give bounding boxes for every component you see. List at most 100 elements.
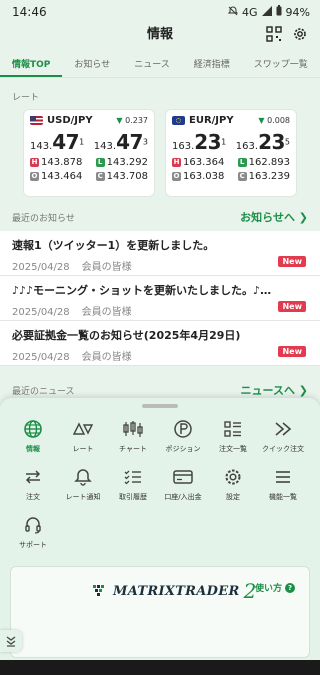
pair-name: EUR/JPY bbox=[189, 115, 234, 126]
hamburger-icon bbox=[258, 466, 308, 488]
change-value: ▼ 0.237 bbox=[116, 116, 148, 125]
how-to-link[interactable]: 使い方 ? bbox=[255, 581, 295, 594]
high-badge-icon: H bbox=[30, 158, 39, 167]
matrix-trader-banner[interactable]: MATRIXTRADER 2 使い方 ? bbox=[10, 566, 310, 658]
order-list-icon bbox=[208, 418, 258, 440]
status-time: 14:46 bbox=[12, 5, 47, 19]
menu-item-function-list[interactable]: 機能一覧 bbox=[258, 466, 308, 514]
tab-swap-list[interactable]: スワップ一覧 bbox=[242, 57, 320, 77]
help-question-icon: ? bbox=[285, 582, 295, 593]
tab-notices[interactable]: お知らせ bbox=[62, 57, 122, 77]
notice-target: 会員の皆様 bbox=[81, 307, 132, 318]
ask-price: 143.473 bbox=[93, 130, 148, 154]
ask-price: 163.235 bbox=[235, 130, 290, 154]
news-header: 最近のニュース ニュースへ ❯ bbox=[0, 382, 320, 398]
pair-name: USD/JPY bbox=[47, 115, 93, 126]
list-item[interactable]: ♪♪♪モーニング・ショットを更新いたしました。♪… 2025/04/28 会員の皆… bbox=[0, 276, 320, 321]
rate-cards: USD/JPY ▼ 0.237 143.471 143.473 H 143.878… bbox=[0, 103, 320, 197]
menu-item-chart[interactable]: チャート bbox=[108, 418, 158, 466]
notice-date: 2025/04/28 bbox=[12, 307, 70, 318]
gear-icon bbox=[208, 466, 258, 488]
notice-title: 必要証拠金一覧のお知らせ(2025年4月29日) bbox=[12, 329, 241, 342]
globe-icon bbox=[8, 418, 58, 440]
logo-mark-icon bbox=[93, 585, 104, 596]
matrix-trader-logo: MATRIXTRADER 2 bbox=[93, 579, 256, 603]
tab-economic-indicators[interactable]: 経済指標 bbox=[182, 57, 242, 77]
notice-target: 会員の皆様 bbox=[81, 352, 132, 363]
menu-item-order-list[interactable]: 注文一覧 bbox=[208, 418, 258, 466]
close-badge-icon: C bbox=[237, 172, 247, 181]
app-header: 情報 bbox=[0, 24, 320, 46]
notices-header: 最近のお知らせ お知らせへ ❯ bbox=[0, 209, 320, 225]
notice-target: 会員の皆様 bbox=[81, 262, 132, 273]
bid-price: 163.231 bbox=[172, 130, 227, 154]
menu-item-settings[interactable]: 設定 bbox=[208, 466, 258, 514]
menu-item-order[interactable]: 注文 bbox=[8, 466, 58, 514]
rate-card-eurjpy[interactable]: EUR/JPY ▼ 0.008 163.231 163.235 H 163.364… bbox=[165, 109, 297, 197]
tab-info-top[interactable]: 情報TOP bbox=[0, 57, 63, 77]
system-nav-bar bbox=[0, 660, 320, 675]
open-value: O 143.464 bbox=[30, 171, 83, 182]
menu-item-info[interactable]: 情報 bbox=[8, 418, 58, 466]
new-badge: New bbox=[278, 256, 306, 267]
notices-section-label: 最近のお知らせ bbox=[12, 213, 75, 224]
notice-title: ♪♪♪モーニング・ショットを更新いたしました。♪… bbox=[12, 284, 272, 297]
history-checklist-icon bbox=[108, 466, 158, 488]
bid-price: 143.471 bbox=[30, 130, 85, 154]
close-value: C 143.708 bbox=[95, 171, 148, 182]
rates-section-label: レート bbox=[12, 93, 40, 103]
menu-item-rate-alert[interactable]: レート通知 bbox=[58, 466, 108, 514]
network-label: 4G bbox=[242, 5, 258, 19]
notice-title: 速報1（ツイッター1）を更新しました。 bbox=[12, 239, 215, 252]
high-badge-icon: H bbox=[172, 158, 181, 167]
menu-item-history[interactable]: 取引履歴 bbox=[108, 466, 158, 514]
menu-item-rate[interactable]: レート bbox=[58, 418, 108, 466]
menu-item-position[interactable]: ポジション bbox=[158, 418, 208, 466]
gear-icon[interactable] bbox=[292, 26, 308, 50]
mute-icon bbox=[227, 5, 239, 19]
eu-flag-icon bbox=[172, 116, 185, 125]
battery-icon bbox=[276, 5, 282, 19]
rate-card-usdjpy[interactable]: USD/JPY ▼ 0.237 143.471 143.473 H 143.878… bbox=[23, 109, 155, 197]
menu-sheet: 情報 レート チャート ポジション 注文一覧 クイック注文 注文 レート通知 取… bbox=[0, 398, 320, 660]
down-triangle-icon: ▼ bbox=[116, 116, 123, 125]
high-value: H 163.364 bbox=[172, 157, 225, 168]
us-flag-icon bbox=[30, 116, 43, 125]
menu-item-support[interactable]: サポート bbox=[8, 514, 58, 562]
new-badge: New bbox=[278, 346, 306, 357]
quick-order-icon bbox=[258, 418, 308, 440]
news-more-link[interactable]: ニュースへ ❯ bbox=[241, 382, 309, 398]
close-value: C 163.239 bbox=[237, 171, 290, 182]
notices-list: 速報1（ツイッター1）を更新しました。 2025/04/28 会員の皆様 New … bbox=[0, 231, 320, 366]
change-value: ▼ 0.008 bbox=[258, 116, 290, 125]
rate-triangles-icon bbox=[58, 418, 108, 440]
candlestick-icon bbox=[108, 418, 158, 440]
headset-icon bbox=[8, 514, 58, 536]
qr-code-icon[interactable] bbox=[266, 26, 282, 50]
open-badge-icon: O bbox=[172, 172, 181, 181]
tab-news[interactable]: ニュース bbox=[122, 57, 182, 77]
position-p-icon bbox=[158, 418, 208, 440]
list-item[interactable]: 必要証拠金一覧のお知らせ(2025年4月29日) 2025/04/28 会員の皆様… bbox=[0, 321, 320, 366]
menu-grid: 情報 レート チャート ポジション 注文一覧 クイック注文 注文 レート通知 取… bbox=[0, 408, 320, 562]
app-screen: 14:46 4G 94% 情報 情報TOP お知らせ ニュース 経済指標 スワッ… bbox=[0, 0, 320, 660]
menu-item-account[interactable]: 口座/入出金 bbox=[158, 466, 208, 514]
open-value: O 163.038 bbox=[172, 171, 225, 182]
low-badge-icon: L bbox=[95, 158, 105, 167]
down-triangle-icon: ▼ bbox=[258, 116, 265, 125]
battery-level: 94% bbox=[285, 5, 310, 19]
low-value: L 143.292 bbox=[95, 157, 148, 168]
news-section-label: 最近のニュース bbox=[12, 386, 75, 397]
close-badge-icon: C bbox=[95, 172, 105, 181]
info-tabs: 情報TOP お知らせ ニュース 経済指標 スワップ一覧 bbox=[0, 48, 320, 78]
signal-icon bbox=[261, 5, 272, 19]
open-badge-icon: O bbox=[30, 172, 39, 181]
menu-item-quick-order[interactable]: クイック注文 bbox=[258, 418, 308, 466]
high-value: H 143.878 bbox=[30, 157, 83, 168]
collapse-chevron-icon[interactable] bbox=[0, 630, 22, 652]
list-item[interactable]: 速報1（ツイッター1）を更新しました。 2025/04/28 会員の皆様 New bbox=[0, 231, 320, 276]
notices-more-link[interactable]: お知らせへ ❯ bbox=[240, 209, 308, 225]
bell-icon bbox=[58, 466, 108, 488]
low-badge-icon: L bbox=[237, 158, 247, 167]
card-icon bbox=[158, 466, 208, 488]
